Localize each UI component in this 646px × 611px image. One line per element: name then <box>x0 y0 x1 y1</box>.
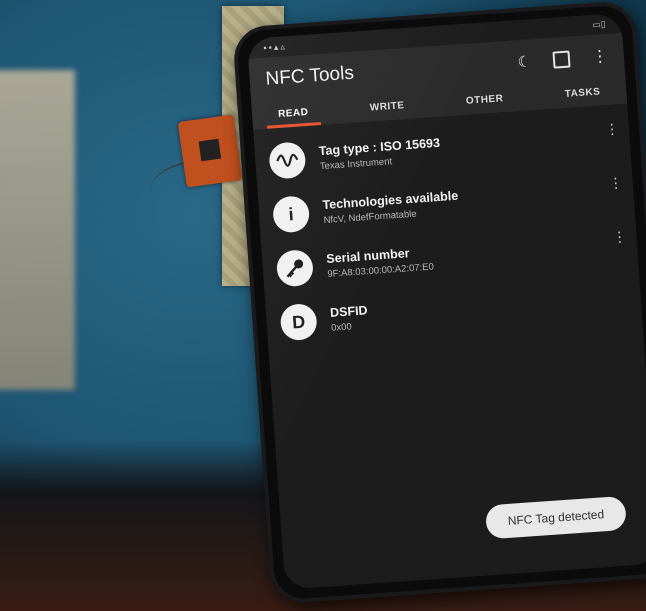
square-icon[interactable] <box>552 50 571 69</box>
phone-screen: ▪▪▴▵ ▭▯ NFC Tools ☾ ⋮ READ WRITE OTHER T… <box>246 12 646 590</box>
more-vertical-icon[interactable]: ⋮ <box>612 228 627 246</box>
tab-read[interactable]: READ <box>271 102 315 128</box>
background-paper <box>0 70 75 390</box>
app-title: NFC Tools <box>264 62 355 90</box>
tab-other[interactable]: OTHER <box>459 89 510 115</box>
more-vertical-icon[interactable]: ⋮ <box>604 120 619 138</box>
photo-scene: ▪▪▴▵ ▭▯ NFC Tools ☾ ⋮ READ WRITE OTHER T… <box>0 0 646 611</box>
tab-tasks[interactable]: TASKS <box>558 82 607 108</box>
letter-d-icon: D <box>279 302 318 342</box>
info-icon: i <box>271 195 311 234</box>
status-left-icons: ▪▪▴▵ <box>263 40 288 53</box>
nfc-circuit-board <box>177 114 243 188</box>
more-vertical-icon[interactable]: ⋮ <box>591 46 608 67</box>
tag-info-list: Tag type : ISO 15693 Texas Instrument ⋮ … <box>253 104 643 352</box>
status-right-icons: ▭▯ <box>591 18 606 30</box>
nfc-detected-toast: NFC Tag detected <box>484 495 627 540</box>
tab-write[interactable]: WRITE <box>363 96 411 122</box>
key-icon <box>275 248 315 288</box>
more-vertical-icon[interactable]: ⋮ <box>608 174 623 192</box>
chip <box>198 138 222 162</box>
wave-icon <box>268 141 307 180</box>
moon-icon[interactable]: ☾ <box>517 52 532 71</box>
phone: ▪▪▴▵ ▭▯ NFC Tools ☾ ⋮ READ WRITE OTHER T… <box>232 0 646 605</box>
